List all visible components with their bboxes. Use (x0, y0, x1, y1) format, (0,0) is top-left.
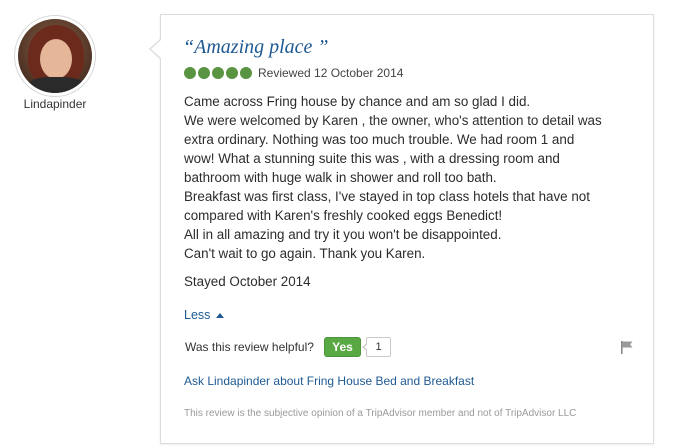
review-body-line: All in all amazing and try it you won't … (184, 227, 502, 242)
review-title[interactable]: “Amazing place ” (183, 36, 329, 59)
caret-up-icon (216, 312, 225, 318)
review-disclaimer: This review is the subjective opinion of… (184, 408, 577, 419)
review-body-line: bathroom with huge walk in shower and ro… (184, 170, 497, 185)
review-body-line: Came across Fring house by chance and am… (184, 94, 531, 109)
helpful-count: 1 (362, 337, 391, 357)
avatar[interactable] (14, 15, 96, 97)
review-body-line: wow! What a stunning suite this was , wi… (184, 151, 560, 166)
rating-bubble-icon (184, 67, 196, 79)
reviewer-username[interactable]: Lindapinder (0, 97, 110, 111)
rating-bubble-icon (226, 67, 238, 79)
review-body-line: extra ordinary. Nothing was too much tro… (184, 132, 575, 147)
yes-helpful-button[interactable]: Yes (324, 337, 361, 357)
reviewed-date: Reviewed 12 October 2014 (258, 66, 404, 80)
stayed-date: Stayed October 2014 (184, 274, 311, 289)
rating-row: Reviewed 12 October 2014 (184, 66, 403, 80)
flag-icon[interactable] (620, 340, 634, 354)
review-body-line: Breakfast was first class, I've stayed i… (184, 189, 590, 204)
review-body: Came across Fring house by chance and am… (184, 92, 644, 263)
helpful-question: Was this review helpful? (185, 340, 314, 354)
avatar-photo (18, 19, 92, 93)
rating-bubble-icon (198, 67, 210, 79)
rating-bubble-icon (240, 67, 252, 79)
less-toggle[interactable]: Less (184, 308, 225, 322)
review-body-line: We were welcomed by Karen , the owner, w… (184, 113, 602, 128)
card-pointer-fill (151, 39, 162, 59)
rating-bubble-icon (212, 67, 224, 79)
less-label: Less (184, 308, 211, 322)
ask-reviewer-link[interactable]: Ask Lindapinder about Fring House Bed an… (184, 374, 474, 388)
review-body-line: Can't wait to go again. Thank you Karen. (184, 246, 426, 261)
review-body-line: compared with Karen's freshly cooked egg… (184, 208, 503, 223)
